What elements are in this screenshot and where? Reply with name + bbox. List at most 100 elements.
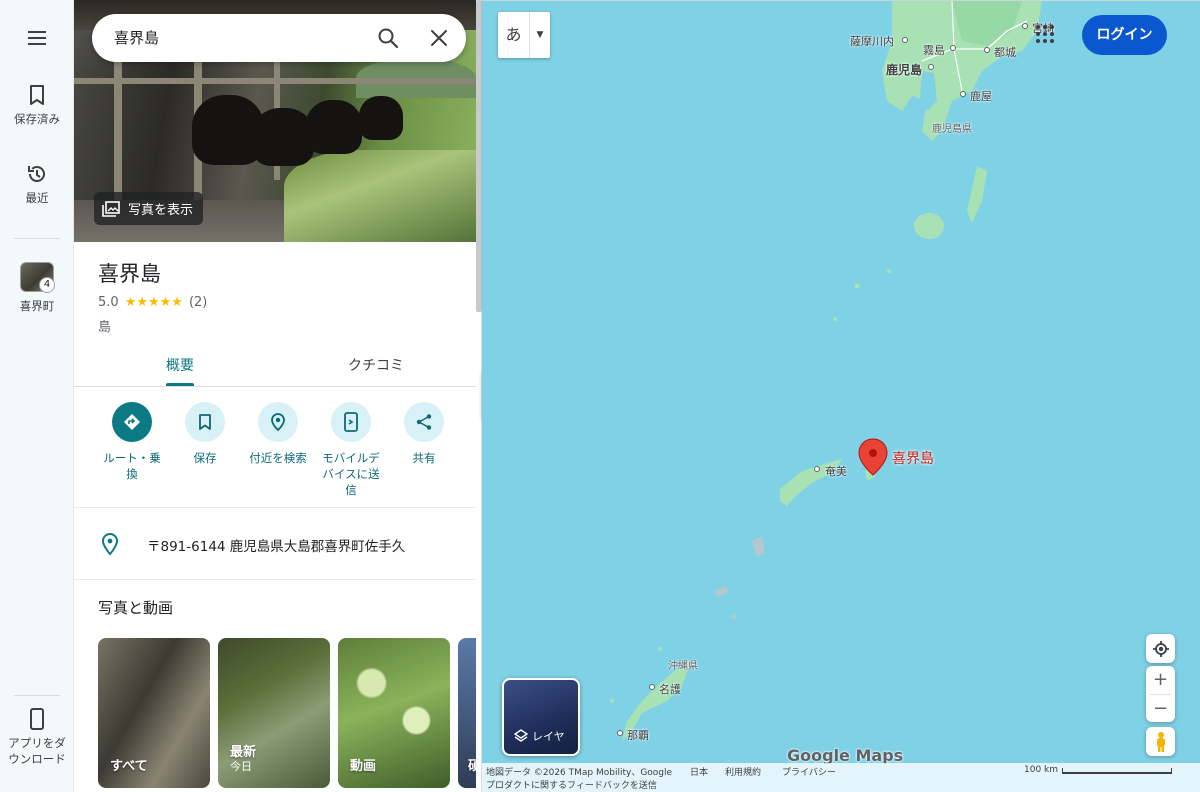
pegman-icon [1156,731,1165,752]
photo-cow [252,108,314,166]
marker-label[interactable]: 喜界島 [892,448,934,468]
search-box: 喜界島 [92,14,466,62]
login-button[interactable]: ログイン [1082,15,1167,55]
save-button[interactable]: 保存 [169,402,241,466]
yakushima [914,213,944,239]
recent-button[interactable]: 最近 [0,163,74,206]
map-label-amami[interactable]: 奄美 [825,463,847,479]
download-app-label-2: ウンロード [8,752,66,766]
photo-tile-caption: すべて [110,759,148,774]
input-method-toggle[interactable]: あ ▼ [498,12,550,58]
scale-bar[interactable] [1062,768,1172,774]
map-canvas[interactable]: 薩摩川内 霧島 都城 宮崎 鹿児島 鹿屋 鹿児島県 奄美 沖縄県 名護 那覇 喜… [482,0,1200,792]
feedback-link[interactable]: プロダクトに関するフィードバックを送信 [486,778,657,791]
layers-icon [514,729,528,742]
map-label-nago[interactable]: 名護 [659,681,681,697]
my-location-button[interactable] [1146,634,1175,663]
zoom-in-button[interactable]: + [1146,666,1175,694]
layers-label-row: レイヤ [514,728,565,744]
show-photos-label: 写真を表示 [128,203,194,218]
map-label-kagoshima[interactable]: 鹿児島 [886,61,922,78]
place-tabs: 概要 クチコミ [74,346,476,387]
scale-label[interactable]: 100 km [1024,765,1058,775]
saved-label: 保存済み [14,112,60,126]
photo-cow [306,100,362,154]
place-marker[interactable] [858,438,888,476]
small-island [854,283,860,289]
city-dot [984,47,990,53]
zoom-controls: + − [1146,666,1175,722]
rating-stars: ★★★★★ [124,295,183,310]
send-to-phone-label-1: モバイルデ [322,451,380,465]
show-photos-button[interactable]: 写真を表示 [94,192,204,225]
city-dot [617,730,623,736]
location-pin-icon [101,533,119,555]
privacy-link[interactable]: プライバシー [782,765,836,778]
photo-tile-videos[interactable]: 動画 [338,638,450,788]
share-button[interactable]: 共有 [388,402,460,466]
map-label-satsumasendai[interactable]: 薩摩川内 [850,33,894,49]
directions-button[interactable]: ルート・乗 換 [96,402,168,482]
history-item-kikai-town[interactable]: 4 喜界町 [0,262,74,314]
action-buttons: ルート・乗 換 保存 付近を検索 モバイルデ バイスに送 信 共有 [74,400,476,508]
search-icon [378,28,399,49]
photo-tile-all[interactable]: すべて [98,638,210,788]
zoom-out-button[interactable]: − [1146,695,1175,723]
tokunoshima [752,536,765,557]
city-dot [928,64,934,70]
map-label-okinawa-pref[interactable]: 沖縄県 [668,657,698,672]
search-button[interactable] [376,26,400,50]
map-label-kirishima[interactable]: 霧島 [923,42,945,58]
clear-search-button[interactable] [427,26,451,50]
directions-label-1: ルート・乗 [103,451,161,465]
history-thumbnail: 4 [20,262,55,293]
small-island [833,317,837,321]
photo-tile-caption: 碩 [468,759,476,774]
nearby-button[interactable]: 付近を検索 [242,402,314,466]
map-label-naha[interactable]: 那覇 [627,727,649,743]
send-to-phone-button[interactable]: モバイルデ バイスに送 信 [315,402,387,498]
directions-label-2: 換 [126,467,138,481]
my-location-icon [1152,640,1169,657]
bookmark-icon [199,414,211,430]
active-tab-indicator [166,383,194,386]
terms-link[interactable]: 利用規約 [725,765,761,778]
download-app-button[interactable]: アプリをダ ウンロード [0,708,74,767]
save-circle [185,402,225,442]
map-label-kagoshima-pref[interactable]: 鹿児島県 [932,120,972,135]
map-label-kanoya[interactable]: 鹿屋 [970,88,992,104]
yoron [731,614,737,620]
chevron-down-icon[interactable]: ▼ [530,12,550,58]
place-title: 喜界島 [98,262,161,286]
map-data-attribution: 地図データ ©2026 TMap Mobility、Google [486,768,673,778]
menu-icon[interactable] [25,28,51,48]
input-method-label: あ [498,12,530,58]
street-view-button[interactable] [1146,727,1175,756]
send-to-phone-label-2: バイスに送 [322,467,380,481]
rating-row[interactable]: 5.0 ★★★★★ (2) [98,295,207,310]
photo-tile-subcaption: 今日 [230,760,252,773]
small-island [658,647,662,651]
tab-overview[interactable]: 概要 [166,355,194,375]
search-input[interactable]: 喜界島 [114,27,159,48]
saved-button[interactable]: 保存済み [0,84,74,127]
layers-button[interactable]: レイヤ [502,678,580,756]
city-dot [1022,23,1028,29]
recent-label: 最近 [25,191,49,205]
left-rail: 保存済み 最近 4 喜界町 アプリをダ ウンロード [0,0,74,792]
nearby-circle [258,402,298,442]
rating-value: 5.0 [98,295,119,310]
history-item-label: 喜界町 [19,299,55,313]
region-link[interactable]: 日本 [690,765,708,778]
tab-reviews[interactable]: クチコミ [348,355,404,375]
directions-circle [112,402,152,442]
map-label-miyakonojo[interactable]: 都城 [994,44,1016,60]
apps-grid-icon[interactable] [1034,23,1056,45]
city-dot [960,91,966,97]
photo-tile-latest[interactable]: 最新 今日 [218,638,330,788]
review-count[interactable]: (2) [189,295,207,310]
photo-tile-next[interactable]: 碩 [458,638,476,788]
address-row[interactable]: 〒891-6144 鹿児島県大島郡喜界町佐手久 [74,508,476,580]
nearby-icon [271,413,285,432]
send-to-phone-icon [344,412,358,432]
